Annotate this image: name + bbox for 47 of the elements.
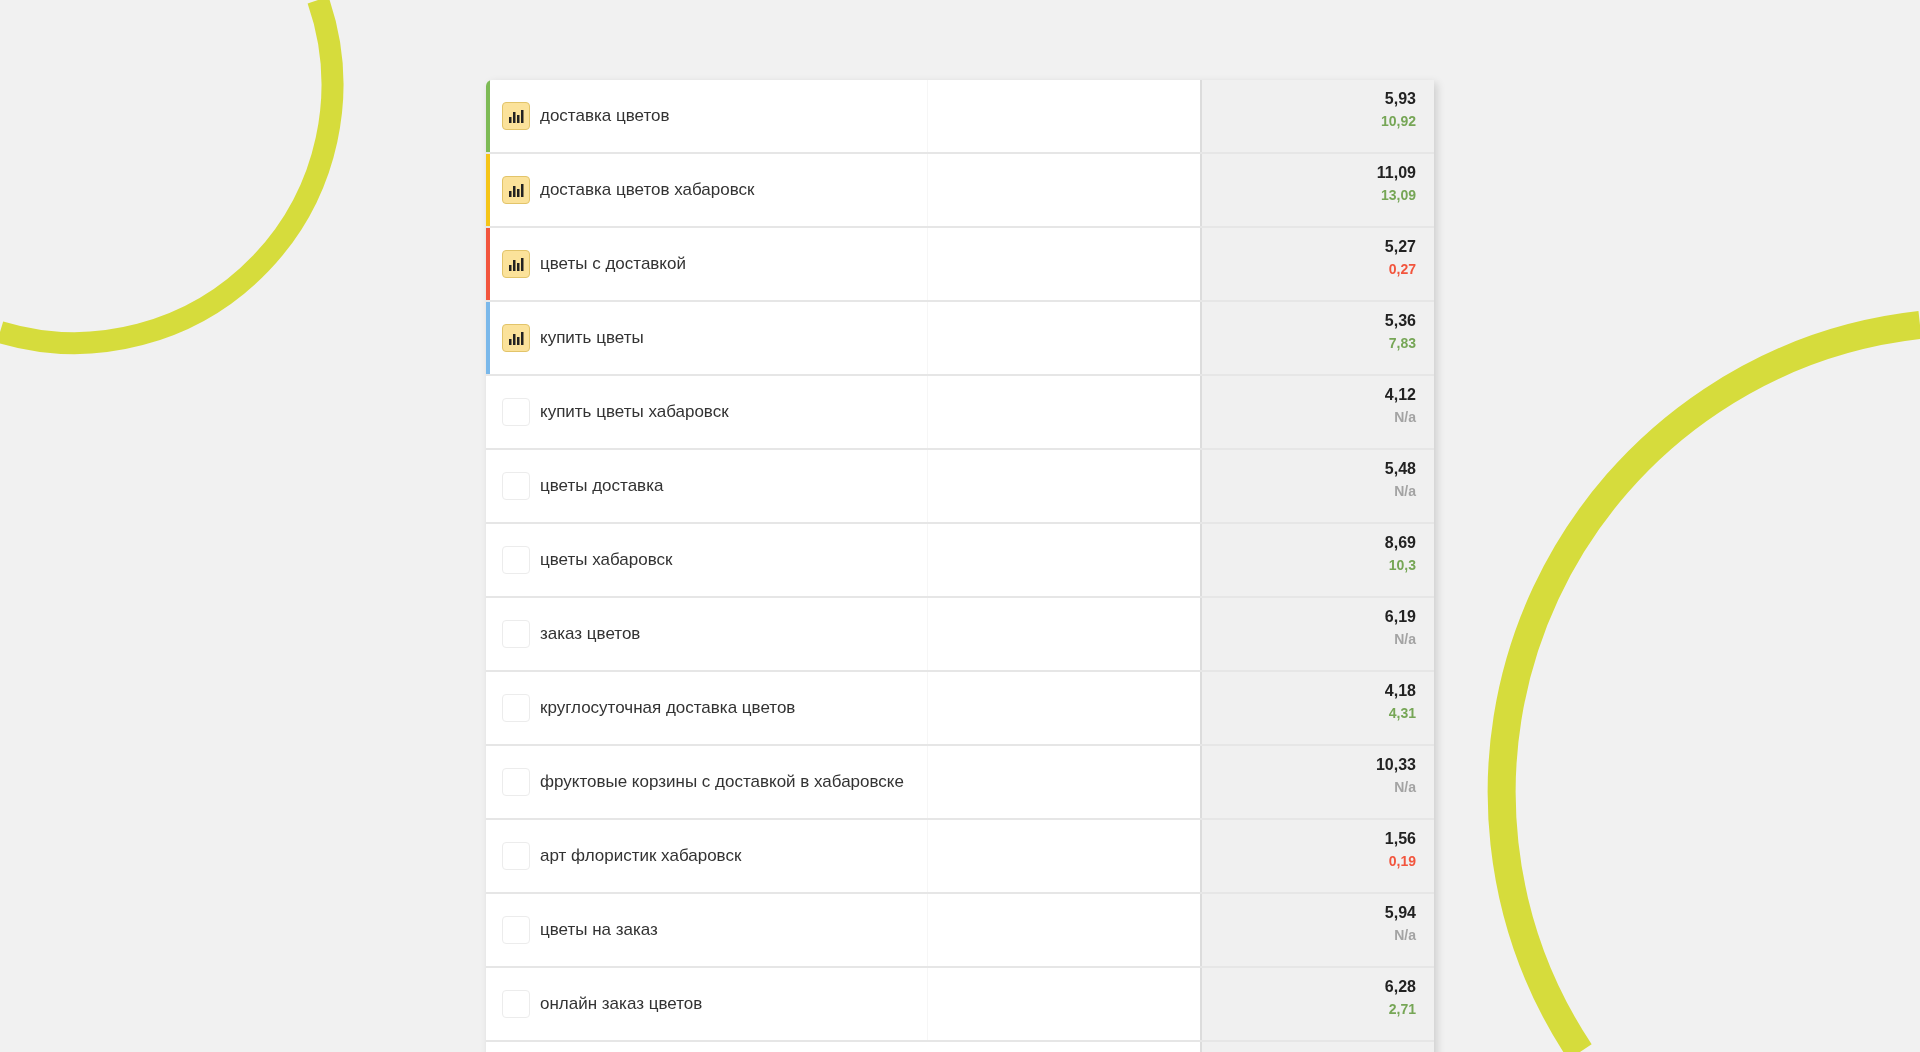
- previous-value: N/a: [1394, 779, 1416, 795]
- position-value: 5,93: [1384, 90, 1416, 108]
- checkbox[interactable]: [502, 176, 530, 204]
- previous-value: N/a: [1394, 927, 1416, 943]
- previous-value: 7,83: [1388, 335, 1416, 351]
- bar-chart-icon: [508, 256, 524, 272]
- keyword-text: фруктовые корзины с доставкой в хабаровске: [540, 772, 904, 792]
- checkbox[interactable]: [502, 324, 530, 352]
- bar-chart-icon: [508, 330, 524, 346]
- previous-value: 10,3: [1388, 557, 1416, 573]
- keyword-text: цветы на заказ: [540, 920, 658, 940]
- previous-value: 0,27: [1388, 261, 1416, 277]
- keyword-text: доставка цветов хабаровск: [540, 180, 755, 200]
- position-value: 6,28: [1384, 978, 1416, 996]
- position-value: 5,48: [1384, 460, 1416, 478]
- keyword-text: купить цветы хабаровск: [540, 402, 729, 422]
- position-value: 11,09: [1376, 164, 1416, 182]
- keyword-text: заказ цветов: [540, 624, 641, 644]
- position-value: 5,94: [1384, 904, 1416, 922]
- position-value: 1,56: [1384, 830, 1416, 848]
- position-value: 5,36: [1384, 312, 1416, 330]
- previous-value: 0,19: [1388, 853, 1416, 869]
- bar-chart-icon: [508, 108, 524, 124]
- previous-value: 10,92: [1380, 113, 1416, 129]
- keyword-text: цветы хабаровск: [540, 550, 673, 570]
- checkbox[interactable]: [502, 250, 530, 278]
- position-value: 6,19: [1384, 608, 1416, 626]
- bar-chart-icon: [508, 182, 524, 198]
- previous-value: N/a: [1394, 631, 1416, 647]
- position-value: 4,18: [1384, 682, 1416, 700]
- keyword-text: онлайн заказ цветов: [540, 994, 703, 1014]
- keyword-text: круглосуточная доставка цветов: [540, 698, 796, 718]
- position-value: 10,33: [1375, 756, 1416, 774]
- keyword-text: арт флористик хабаровск: [540, 846, 742, 866]
- position-value: 5,27: [1384, 238, 1416, 256]
- previous-value: 13,09: [1380, 187, 1416, 203]
- previous-value: N/a: [1394, 409, 1416, 425]
- keyword-text: цветы с доставкой: [540, 254, 686, 274]
- position-value: 4,12: [1384, 386, 1416, 404]
- keyword-text: купить цветы: [540, 328, 644, 348]
- previous-value: 2,71: [1388, 1001, 1416, 1017]
- previous-value: N/a: [1394, 483, 1416, 499]
- keyword-text: доставка цветов: [540, 106, 670, 126]
- position-value: 8,69: [1384, 534, 1416, 552]
- previous-value: 4,31: [1388, 705, 1416, 721]
- keyword-text: цветы доставка: [540, 476, 664, 496]
- checkbox[interactable]: [502, 102, 530, 130]
